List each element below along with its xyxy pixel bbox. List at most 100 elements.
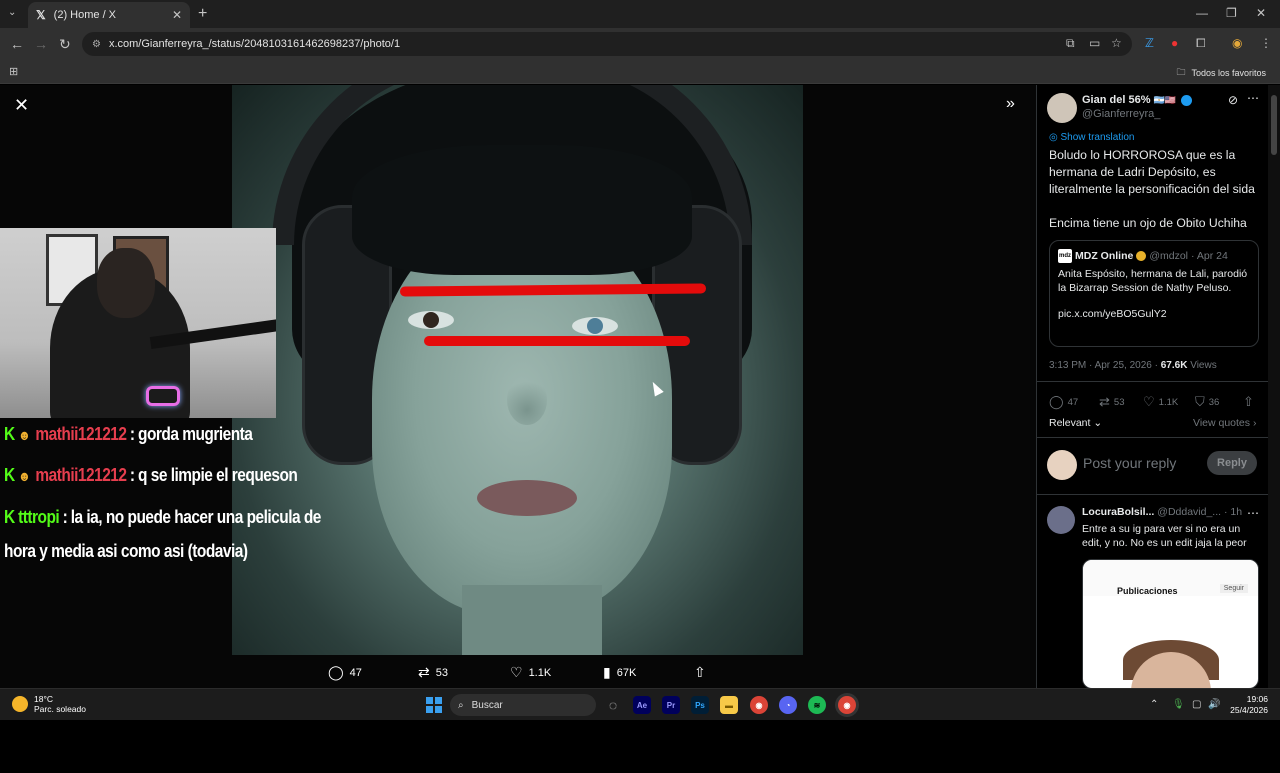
tab-close-icon[interactable]: ✕ xyxy=(172,8,182,22)
my-avatar xyxy=(1047,450,1077,480)
translate-icon[interactable]: ⧉ xyxy=(1066,36,1075,51)
address-bar[interactable]: ⚙ x.com/Gianferreyra_/status/20481031614… xyxy=(82,32,1132,56)
repost-button[interactable]: ⇄ 53 xyxy=(1099,394,1124,410)
windows-taskbar: 18°C Parc. soleado ⌕ Buscar ◌ Ae Pr Ps ▬… xyxy=(0,688,1280,720)
reply-input[interactable]: Post your reply xyxy=(1083,455,1176,471)
display-icon[interactable]: ▢ xyxy=(1192,699,1201,710)
premiere-icon[interactable]: Pr xyxy=(662,696,680,714)
author-handle[interactable]: @Gianferreyra_ xyxy=(1082,108,1160,120)
reload-icon[interactable]: ↻ xyxy=(59,36,71,53)
site-info-icon[interactable]: ⚙ xyxy=(92,39,101,50)
like-button[interactable]: ♡ 1.1K xyxy=(1143,394,1178,410)
quote-date: · Apr 24 xyxy=(1191,250,1228,262)
search-icon: ⌕ xyxy=(458,699,464,711)
chat-username: mathii121212 xyxy=(35,424,127,444)
browser-menu-icon[interactable]: ⋮ xyxy=(1260,36,1272,50)
mic-icon[interactable]: 🎙 xyxy=(1172,699,1185,710)
all-bookmarks[interactable]: 🗀 Todos los favoritos xyxy=(1176,65,1266,81)
chrome-icon[interactable]: ◉ xyxy=(750,696,768,714)
quoted-post[interactable]: mdz MDZ Online @mdzol · Apr 24 Anita Esp… xyxy=(1049,240,1259,347)
post-sidebar: Gian del 56% 🇦🇷🇺🇸 @Gianferreyra_ ⊘ ⋯ ◎ S… xyxy=(1036,85,1268,688)
reply-media[interactable]: Publicaciones Seguir xyxy=(1082,559,1259,688)
nose-shape xyxy=(507,375,547,425)
sidebar-scrollbar[interactable] xyxy=(1268,85,1280,688)
discord-icon[interactable]: ◔ xyxy=(779,696,797,714)
reply-more-icon[interactable]: ⋯ xyxy=(1247,506,1259,520)
tray-chevron-icon[interactable]: ⌃ xyxy=(1150,699,1158,710)
profile-avatar-icon[interactable]: ◉ xyxy=(1232,36,1242,50)
comment-icon: ◯ xyxy=(1049,394,1064,409)
close-icon[interactable]: ✕ xyxy=(14,95,29,116)
verified-badge-icon xyxy=(1181,94,1193,106)
weather-widget[interactable]: 18°C Parc. soleado xyxy=(12,694,86,714)
windows-start-icon[interactable] xyxy=(426,697,442,713)
photo-views-button[interactable]: ▮ 67K xyxy=(603,664,636,681)
chat-text: la ia, no puede hacer una pelicula de xyxy=(70,507,322,527)
rgb-light xyxy=(146,386,180,406)
author-flags: 🇦🇷🇺🇸 xyxy=(1153,95,1176,105)
reply-submit-button[interactable]: Reply xyxy=(1207,451,1257,475)
after-effects-icon[interactable]: Ae xyxy=(633,696,651,714)
quote-handle: @mdzol xyxy=(1149,250,1189,262)
photo-share-button[interactable]: ⇧ xyxy=(694,664,706,681)
chrome-active-icon[interactable]: ◉ xyxy=(838,696,856,714)
restore-button[interactable]: ❐ xyxy=(1226,6,1237,20)
streamer-head xyxy=(97,248,155,318)
photo-reply-button[interactable]: ◯ 47 xyxy=(328,664,362,681)
copilot-icon[interactable]: ◌ xyxy=(604,696,622,714)
tab-search-icon[interactable]: ⌄ xyxy=(8,7,22,21)
bookmarks-bar: ⊞ 🗀 Todos los favoritos xyxy=(0,60,1280,84)
bangs-shape xyxy=(352,145,692,275)
file-explorer-icon[interactable]: ▬ xyxy=(720,696,738,714)
new-tab-button[interactable]: + xyxy=(198,5,207,23)
comment-icon: ◯ xyxy=(328,664,344,680)
url-text: x.com/Gianferreyra_/status/2048103161462… xyxy=(108,38,401,50)
taskbar-search[interactable]: ⌕ Buscar xyxy=(450,694,596,716)
quote-media-link[interactable]: pic.x.com/yeBO5GulY2 xyxy=(1058,308,1250,320)
show-translation-link[interactable]: ◎ Show translation xyxy=(1049,132,1134,143)
bookmark-button[interactable]: ⛉ 36 xyxy=(1195,394,1219,410)
minimize-button[interactable]: — xyxy=(1196,6,1208,20)
tab-home-x[interactable]: 𝕏 (2) Home / X ✕ xyxy=(28,2,190,28)
back-icon[interactable]: ← xyxy=(10,36,24,52)
post-text: Boludo lo HORROROSA que es la hermana de… xyxy=(1049,148,1255,230)
cast-icon[interactable]: ▭ xyxy=(1089,36,1100,50)
reply-button[interactable]: ◯ 47 xyxy=(1049,394,1078,410)
close-window-button[interactable]: ✕ xyxy=(1256,6,1266,20)
author-name[interactable]: Gian del 56% 🇦🇷🇺🇸 xyxy=(1082,94,1193,106)
system-clock[interactable]: 19:06 25/4/2026 xyxy=(1228,694,1268,716)
bookmark-star-icon[interactable]: ☆ xyxy=(1111,36,1122,50)
tab-title: (2) Home / X xyxy=(53,9,117,21)
photo-like-button[interactable]: ♡ 1.1K xyxy=(510,664,551,681)
quote-author-name: MDZ Online xyxy=(1075,250,1134,262)
more-options-icon[interactable]: ⋯ xyxy=(1247,91,1259,105)
forward-icon[interactable]: → xyxy=(34,36,48,52)
photoshop-icon[interactable]: Ps xyxy=(691,696,709,714)
emote-badge-icon: ☻ xyxy=(18,426,31,443)
extensions-puzzle-icon[interactable]: ⧠ xyxy=(1196,36,1206,51)
apps-grid-icon[interactable]: ⊞ xyxy=(9,65,18,78)
extension-icon[interactable]: ℤ xyxy=(1145,36,1154,50)
extension-badge-icon[interactable]: ● xyxy=(1171,36,1178,50)
share-button[interactable]: ⇧ xyxy=(1243,394,1254,410)
chat-username: mathii121212 xyxy=(35,465,127,485)
reply-author-avatar[interactable] xyxy=(1047,506,1075,534)
volume-icon[interactable]: 🔊 xyxy=(1208,699,1220,710)
chat-message: K ☻ mathii121212 : gorda mugrienta xyxy=(4,424,253,444)
eye-right xyxy=(572,317,618,335)
sort-replies-dropdown[interactable]: Relevant ⌄ xyxy=(1049,417,1102,429)
grok-icon[interactable]: ⊘ xyxy=(1228,93,1238,107)
kick-badge-icon: K xyxy=(4,465,15,485)
post-photo[interactable] xyxy=(232,85,803,655)
author-avatar[interactable] xyxy=(1047,93,1077,123)
spotify-icon[interactable]: ≋ xyxy=(808,696,826,714)
photo-repost-button[interactable]: ⇄ 53 xyxy=(418,664,448,681)
mouth-shape xyxy=(477,480,577,516)
kick-badge-icon: K xyxy=(4,424,15,444)
reply-header[interactable]: LocuraBolsil... @Dddavid_... · 1h xyxy=(1082,506,1242,518)
collapse-sidebar-icon[interactable]: » xyxy=(1006,95,1015,113)
heart-icon: ♡ xyxy=(510,664,523,680)
address-toolbar: ← → ↻ ⚙ x.com/Gianferreyra_/status/20481… xyxy=(0,28,1280,60)
x-logo-icon: 𝕏 xyxy=(36,8,46,22)
view-quotes-link[interactable]: View quotes › xyxy=(1193,417,1256,429)
